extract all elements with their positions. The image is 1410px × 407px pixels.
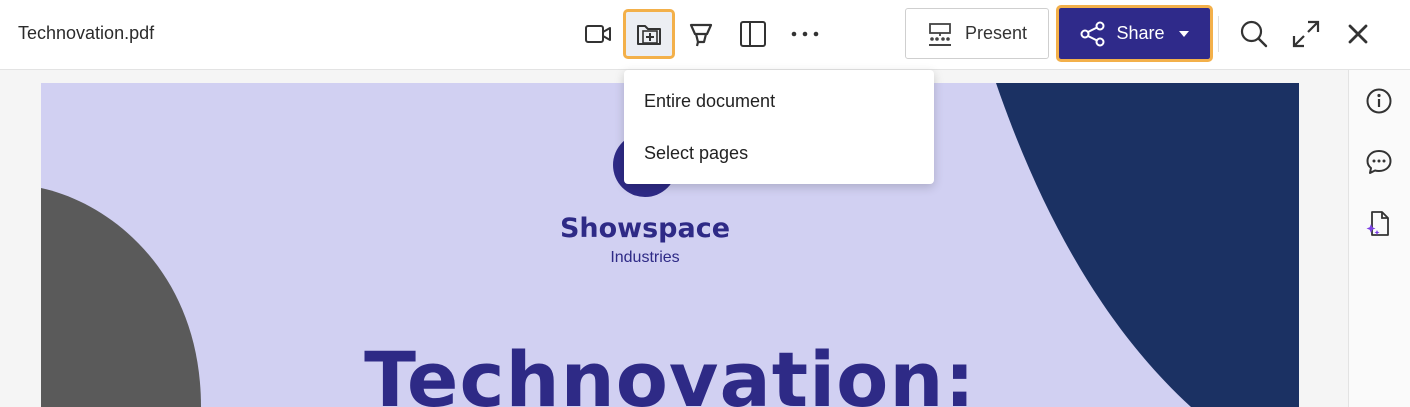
ai-assistant-button[interactable] <box>1363 208 1395 240</box>
video-button[interactable] <box>575 12 621 56</box>
menu-item-entire-document[interactable]: Entire document <box>624 77 934 125</box>
expand-icon <box>1292 20 1320 48</box>
search-button[interactable] <box>1231 12 1277 56</box>
document-headline: Technovation: <box>364 335 976 407</box>
side-panel-button[interactable] <box>730 12 776 56</box>
share-label: Share <box>1116 23 1165 43</box>
present-label: Present <box>964 23 1028 43</box>
info-button[interactable] <box>1363 85 1395 117</box>
toolbar-divider <box>1218 16 1219 52</box>
info-icon <box>1366 88 1392 114</box>
video-icon <box>585 25 611 43</box>
right-sidebar <box>1348 70 1410 407</box>
ai-document-icon <box>1366 211 1389 236</box>
search-icon <box>1240 20 1268 48</box>
share-dropdown-menu: Entire document Select pages <box>624 70 934 184</box>
comments-button[interactable] <box>1363 146 1395 178</box>
top-toolbar: Technovation.pdf Present Share <box>0 0 1410 70</box>
close-button[interactable] <box>1335 12 1381 56</box>
share-icon <box>1080 21 1105 46</box>
present-icon <box>928 22 951 46</box>
comment-icon <box>1366 150 1392 174</box>
side-panel-icon <box>740 21 766 47</box>
add-to-folder-button[interactable] <box>623 9 675 59</box>
fullscreen-button[interactable] <box>1283 12 1329 56</box>
more-options-button[interactable] <box>782 12 828 56</box>
menu-item-select-pages[interactable]: Select pages <box>624 129 934 177</box>
highlighter-button[interactable] <box>678 12 724 56</box>
share-button[interactable]: Share <box>1056 5 1213 62</box>
document-title: Technovation.pdf <box>18 23 155 43</box>
close-icon <box>1348 24 1368 44</box>
chevron-down-icon <box>1178 30 1189 37</box>
brand-subtitle: Industries <box>610 249 680 266</box>
brand-name: Showspace <box>559 213 731 244</box>
more-icon <box>791 31 819 37</box>
present-button[interactable]: Present <box>905 8 1049 59</box>
highlighter-icon <box>689 23 713 47</box>
add-to-folder-icon <box>637 25 661 45</box>
